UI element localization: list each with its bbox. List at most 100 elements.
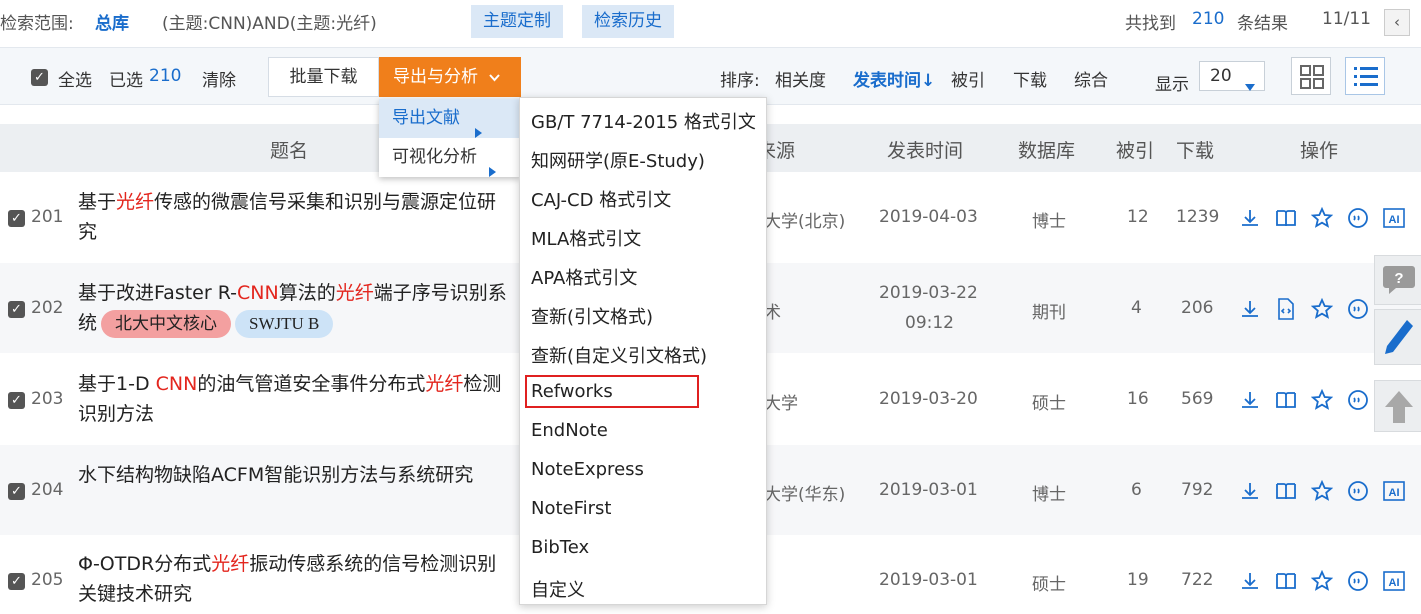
search-history-button[interactable]: 检索历史 (582, 5, 674, 38)
row-title[interactable]: 水下结构物缺陷ACFM智能识别方法与系统研究 (78, 460, 508, 490)
cite-quote-icon[interactable] (1346, 388, 1370, 412)
menu-item-endnote[interactable]: EndNote (531, 420, 608, 441)
clear-button[interactable]: 清除 (202, 66, 236, 91)
export-submenu: 导出文献 可视化分析 (379, 99, 520, 177)
read-online-icon[interactable] (1274, 388, 1298, 412)
row-operations (1238, 388, 1370, 412)
menu-item-novelty-citation[interactable]: 查新(引文格式) (531, 303, 653, 329)
row-time: 09:12 (905, 313, 954, 333)
row-title[interactable]: 基于光纤传感的微震信号采集和识别与震源定位研究 (78, 187, 508, 247)
read-online-icon[interactable] (1274, 569, 1298, 593)
title-highlight: CNN (237, 282, 279, 304)
download-icon[interactable] (1238, 297, 1262, 321)
row-date: 2019-03-20 (879, 389, 978, 409)
sort-cited[interactable]: 被引 (951, 66, 985, 91)
row-checkbox[interactable]: ✓ (8, 301, 25, 318)
menu-item-mla[interactable]: MLA格式引文 (531, 225, 641, 251)
sort-download[interactable]: 下载 (1013, 66, 1047, 91)
row-downloads: 569 (1181, 389, 1214, 409)
select-all-checkbox[interactable]: ✓ (31, 69, 48, 86)
menu-item-gbt7714[interactable]: GB/T 7714-2015 格式引文 (531, 108, 756, 134)
row-source[interactable]: 大学(北京) (764, 207, 845, 232)
favorite-star-icon[interactable] (1310, 297, 1334, 321)
read-online-icon[interactable] (1274, 479, 1298, 503)
list-view-button[interactable] (1345, 57, 1385, 95)
caret-down-icon (1245, 72, 1255, 100)
select-all-label[interactable]: 全选 (58, 66, 92, 91)
menu-item-visual-analysis[interactable]: 可视化分析 (379, 138, 520, 177)
sort-label: 排序: (720, 71, 760, 91)
help-button[interactable]: ? (1374, 255, 1421, 305)
menu-item-novelty-custom[interactable]: 查新(自定义引文格式) (531, 342, 707, 368)
menu-item-custom[interactable]: 自定义 (531, 576, 585, 602)
row-cited[interactable]: 16 (1127, 389, 1149, 409)
header-download: 下载 (1176, 140, 1215, 162)
row-source[interactable]: 大学(华东) (764, 480, 845, 505)
row-number: 202 (31, 298, 64, 318)
row-cited[interactable]: 4 (1131, 298, 1142, 318)
prev-page-button[interactable]: ‹ (1384, 9, 1410, 36)
cite-quote-icon[interactable] (1346, 206, 1370, 230)
menu-item-refworks[interactable]: Refworks (531, 381, 613, 402)
sort-relevance[interactable]: 相关度 (775, 66, 826, 91)
row-title[interactable]: 基于1-D CNN的油气管道安全事件分布式光纤检测识别方法 (78, 369, 508, 429)
pencil-icon (1383, 318, 1415, 362)
row-checkbox[interactable]: ✓ (8, 573, 25, 590)
cite-quote-icon[interactable] (1346, 297, 1370, 321)
row-source[interactable]: 大学 (764, 389, 798, 414)
row-title[interactable]: Φ-OTDR分布式光纤振动传感系统的信号检测识别关键技术研究 (78, 549, 508, 609)
export-analysis-button[interactable]: 导出与分析 (379, 57, 521, 97)
page-indicator: 11/11 (1322, 9, 1371, 29)
row-title[interactable]: 基于改进Faster R-CNN算法的光纤端子序号识别系统 北大中文核心 SWJTU… (78, 278, 508, 338)
row-operations: AI (1238, 206, 1406, 230)
html-read-icon[interactable] (1274, 297, 1298, 321)
export-format-menu: GB/T 7714-2015 格式引文 知网研学(原E-Study) CAJ-C… (519, 97, 767, 605)
sort-date[interactable]: 发表时间↓ (853, 66, 935, 91)
row-db: 博士 (1032, 485, 1066, 505)
ai-icon[interactable]: AI (1382, 479, 1406, 503)
caret-right-icon (489, 153, 496, 192)
menu-item-notefirst[interactable]: NoteFirst (531, 498, 612, 519)
ai-icon[interactable]: AI (1382, 206, 1406, 230)
scope-value[interactable]: 总库 (95, 9, 129, 34)
title-text: 基于 (78, 191, 117, 213)
topic-custom-button[interactable]: 主题定制 (471, 5, 563, 38)
sort-composite[interactable]: 综合 (1074, 66, 1108, 91)
row-date: 2019-03-01 (879, 480, 978, 500)
row-cited[interactable]: 12 (1127, 207, 1149, 227)
cite-quote-icon[interactable] (1346, 569, 1370, 593)
core-journal-badge: 北大中文核心 (101, 310, 232, 338)
menu-item-bibtex[interactable]: BibTex (531, 537, 589, 558)
title-text: 水下结构物缺陷ACFM智能识别方法与系统研究 (78, 464, 474, 486)
back-to-top-button[interactable] (1374, 380, 1421, 432)
row-checkbox[interactable]: ✓ (8, 210, 25, 227)
favorite-star-icon[interactable] (1310, 388, 1334, 412)
row-downloads: 206 (1181, 298, 1214, 318)
menu-item-estudy[interactable]: 知网研学(原E-Study) (531, 147, 705, 173)
favorite-star-icon[interactable] (1310, 479, 1334, 503)
result-count-suffix: 条结果 (1237, 14, 1288, 34)
cite-quote-icon[interactable] (1346, 479, 1370, 503)
grid-view-button[interactable] (1291, 57, 1331, 95)
download-icon[interactable] (1238, 479, 1262, 503)
feedback-button[interactable] (1374, 309, 1421, 365)
batch-download-button[interactable]: 批量下载 (268, 57, 379, 97)
menu-item-cajcd[interactable]: CAJ-CD 格式引文 (531, 186, 671, 212)
ai-icon[interactable]: AI (1382, 569, 1406, 593)
header-title: 题名 (270, 140, 309, 162)
read-online-icon[interactable] (1274, 206, 1298, 230)
row-checkbox[interactable]: ✓ (8, 392, 25, 409)
download-icon[interactable] (1238, 206, 1262, 230)
menu-item-export-docs[interactable]: 导出文献 (379, 99, 520, 138)
row-number: 205 (31, 570, 64, 590)
download-icon[interactable] (1238, 388, 1262, 412)
row-cited[interactable]: 6 (1131, 480, 1142, 500)
download-icon[interactable] (1238, 569, 1262, 593)
row-checkbox[interactable]: ✓ (8, 483, 25, 500)
menu-item-apa[interactable]: APA格式引文 (531, 264, 637, 290)
menu-item-noteexpress[interactable]: NoteExpress (531, 459, 644, 480)
row-cited[interactable]: 19 (1127, 570, 1149, 590)
favorite-star-icon[interactable] (1310, 206, 1334, 230)
page-size-select[interactable]: 20 (1199, 61, 1265, 91)
favorite-star-icon[interactable] (1310, 569, 1334, 593)
